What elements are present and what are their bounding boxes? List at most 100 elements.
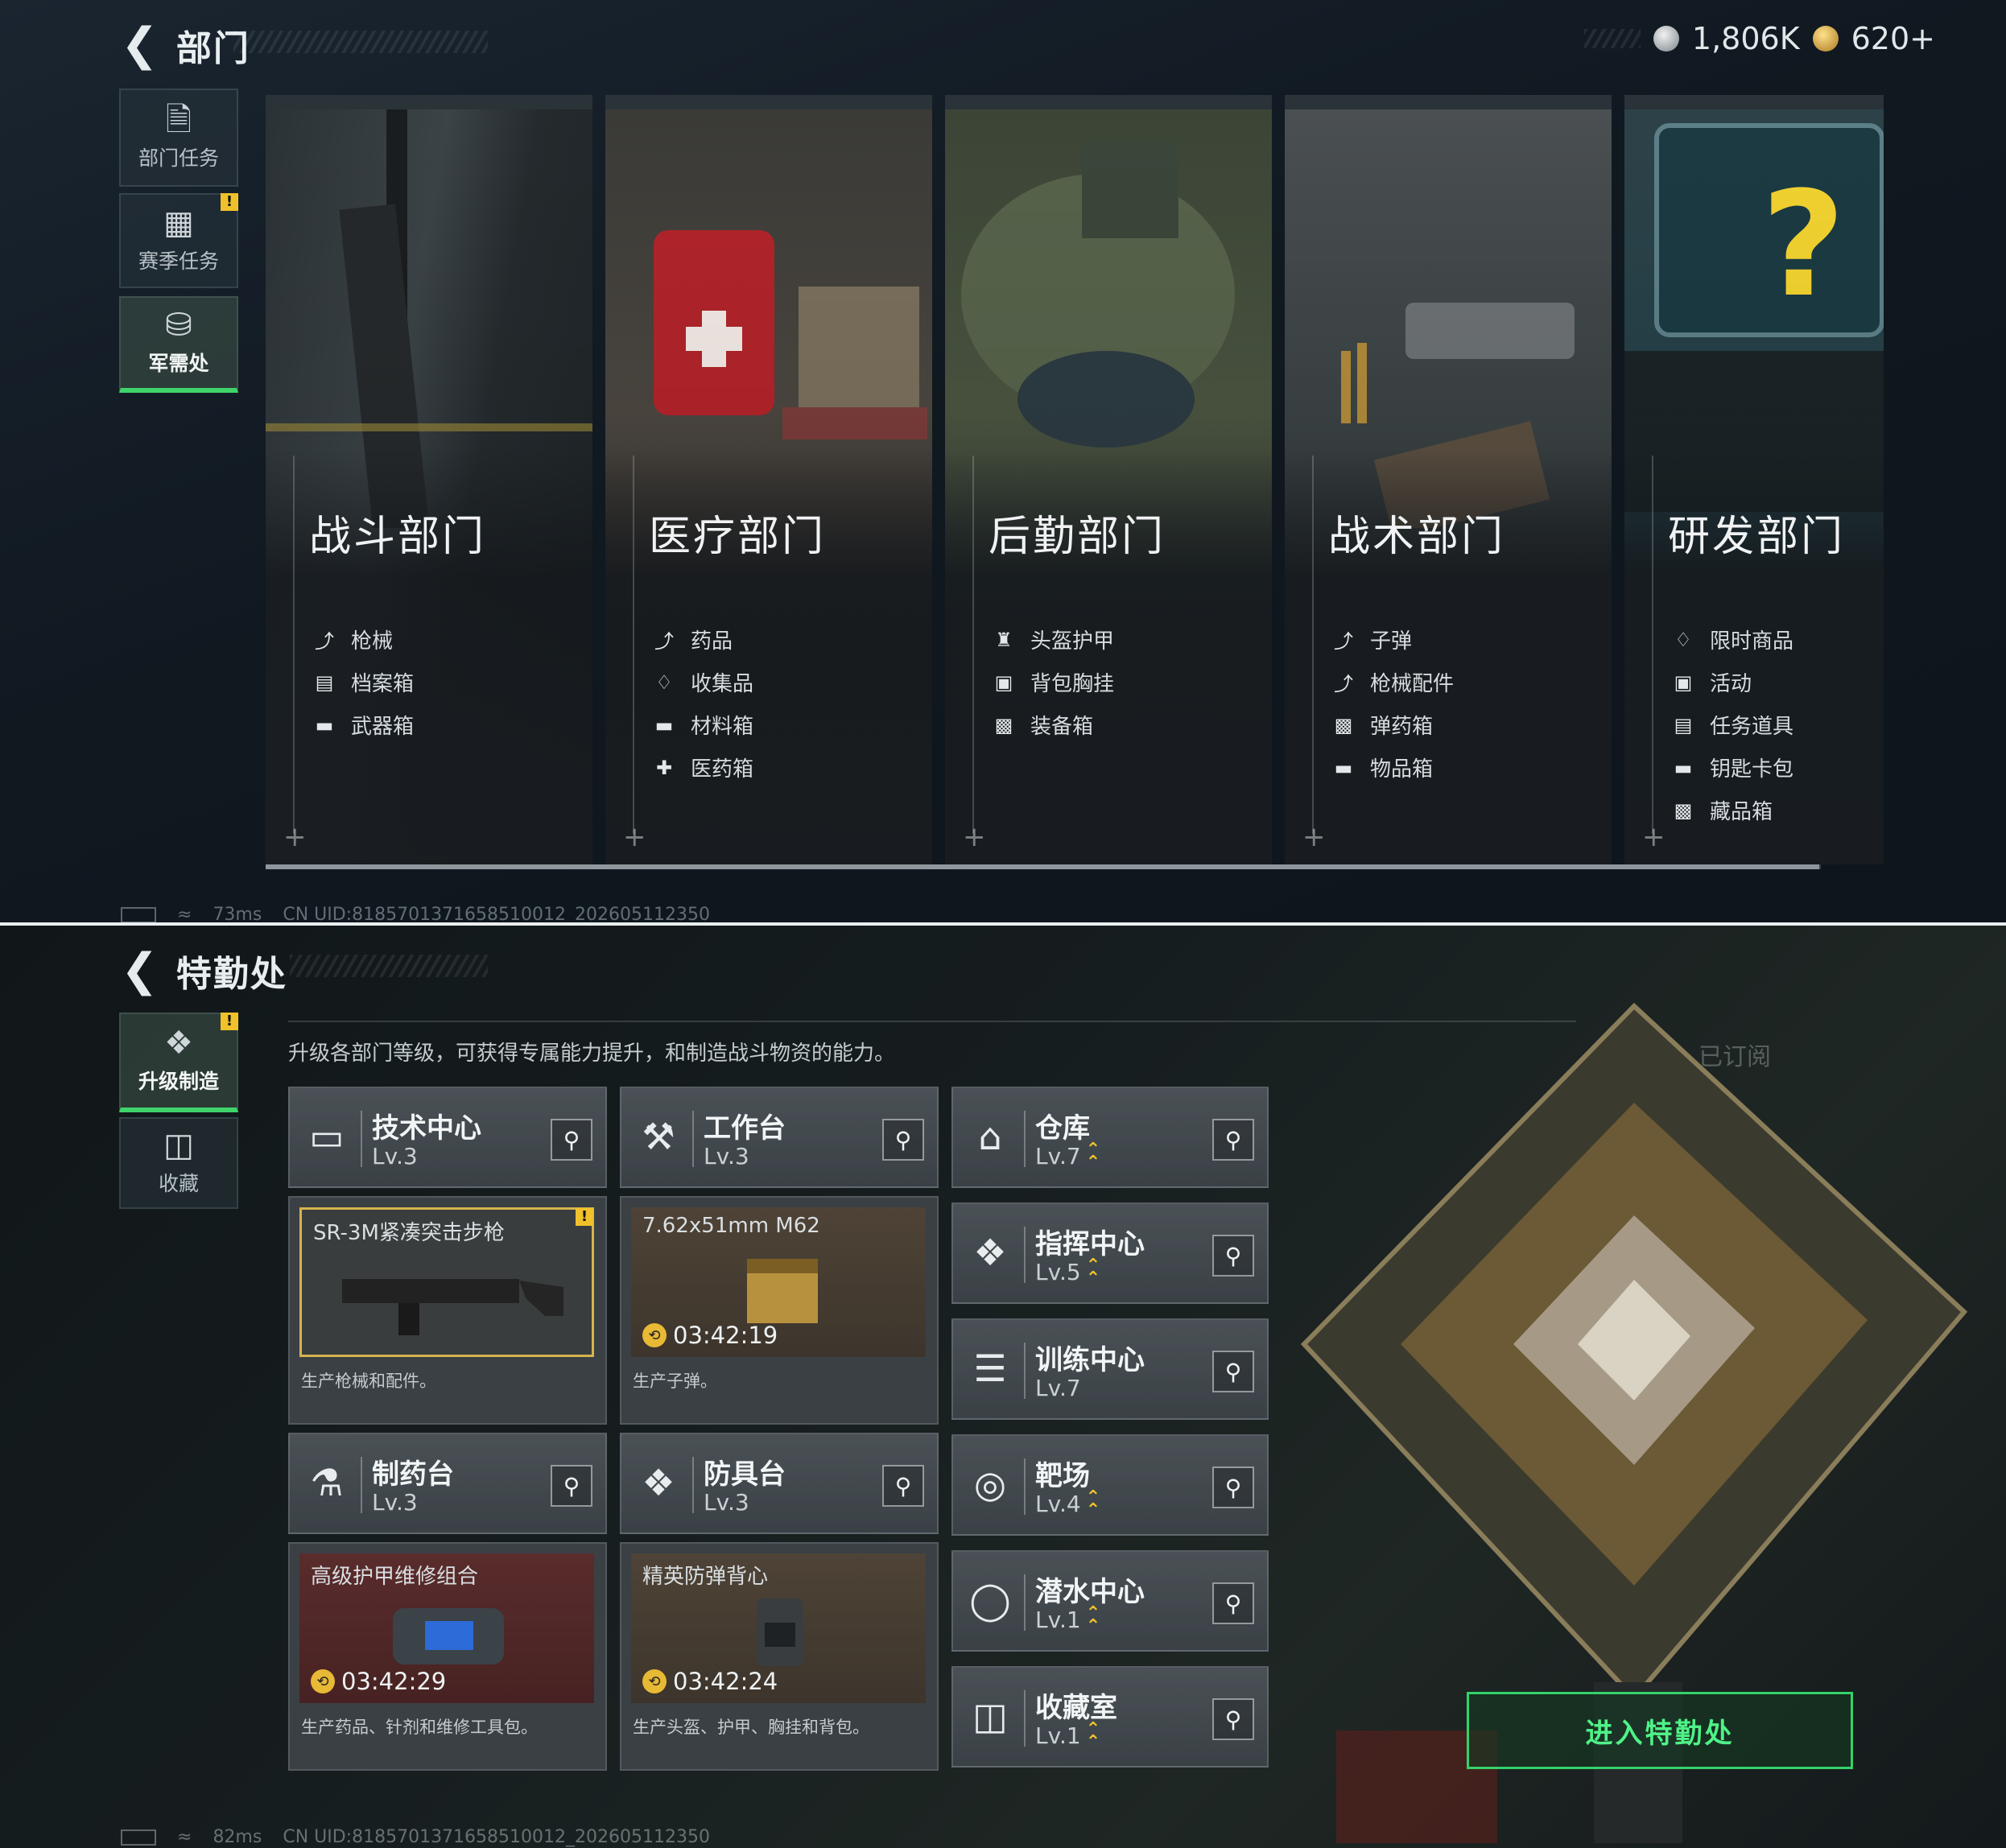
back-arrow-icon[interactable]: ❮	[121, 948, 159, 993]
facility-diving-center[interactable]: ◯ 潜水中心 Lv.1 ⌃ ⌃ ⚲	[951, 1550, 1269, 1652]
product-description: 生产药品、针剂和维修工具包。	[301, 1718, 538, 1737]
production-slot-pharmacy[interactable]: 高级护甲维修组合 ⟲ 03:42:29 生产药品、针剂和维修工具包。	[288, 1542, 607, 1771]
facility-level: Lv.3	[704, 1489, 749, 1516]
facility-command-center[interactable]: ❖ 指挥中心 Lv.5 ⌃ ⌃ ⚲	[951, 1202, 1269, 1304]
timer-text: 03:42:19	[673, 1322, 778, 1349]
list-item[interactable]: ▤ 任务道具	[1671, 703, 1793, 746]
facility-warehouse[interactable]: ⌂ 仓库 Lv.7 ⌃ ⌃ ⚲	[951, 1087, 1269, 1188]
facility-pharmacy[interactable]: ⚗ 制药台 Lv.3 ⚲	[288, 1433, 607, 1534]
list-item[interactable]: ⤴ 枪械	[312, 618, 414, 661]
dumbbell-icon: ☰	[973, 1347, 1007, 1390]
back-header[interactable]: ❮ 部门	[121, 19, 250, 71]
gold-amount[interactable]: 620+	[1851, 21, 1935, 56]
dept-card-logistics[interactable]: 后勤部门 ♜ 头盔护甲 ▣ 背包胸挂 ▩ 装备箱 +	[945, 95, 1272, 864]
ping-value: 73ms	[213, 905, 262, 924]
product-frame: 7.62x51mm M62 ⟲ 03:42:19	[631, 1207, 926, 1357]
search-icon[interactable]: ⚲	[1212, 1698, 1254, 1740]
list-item[interactable]: ⤴ 子弹	[1331, 618, 1454, 661]
subscribed-label[interactable]: 已订阅	[1698, 1037, 1771, 1072]
ammo-box-image	[747, 1259, 818, 1323]
facility-level: Lv.1 ⌃ ⌃	[1035, 1605, 1100, 1635]
back-arrow-icon[interactable]: ❮	[121, 23, 159, 68]
material-box-icon: ▬	[654, 713, 674, 736]
list-item[interactable]: ▣ 活动	[1671, 661, 1793, 703]
list-item[interactable]: ▩ 装备箱	[992, 703, 1114, 746]
list-item[interactable]: ⤴ 枪械配件	[1331, 661, 1454, 703]
search-icon[interactable]: ⚲	[1212, 1235, 1254, 1277]
production-slot-workbench[interactable]: 7.62x51mm M62 ⟲ 03:42:19 生产子弹。	[620, 1196, 939, 1425]
item-label: 子弹	[1370, 629, 1413, 654]
list-item[interactable]: ▣ 背包胸挂	[992, 661, 1114, 703]
scrollbar-thumb[interactable]	[266, 864, 1819, 869]
list-item[interactable]: ▬ 物品箱	[1331, 746, 1454, 789]
production-slot-tech[interactable]: ! SR-3M紧凑突击步枪 生产枪械和配件。	[288, 1196, 607, 1425]
list-item[interactable]: ⤴ 药品	[652, 618, 753, 661]
sidebar-quartermaster[interactable]: ⛁ 军需处	[119, 296, 238, 393]
search-icon[interactable]: ⚲	[882, 1465, 924, 1507]
header-divider	[1024, 1227, 1026, 1283]
list-item[interactable]: ▬ 武器箱	[312, 703, 414, 746]
list-item[interactable]: ♢ 收集品	[652, 661, 753, 703]
horizontal-scrollbar[interactable]	[266, 864, 1821, 869]
item-label: 活动	[1710, 672, 1752, 696]
dept-card-combat[interactable]: 战斗部门 ⤴ 枪械 ▤ 档案箱 ▬ 武器箱 +	[266, 95, 592, 864]
facility-level: Lv.3	[372, 1143, 418, 1169]
list-item[interactable]: ✚ 医药箱	[652, 746, 753, 789]
dept-card-medical[interactable]: 医疗部门 ⤴ 药品 ♢ 收集品 ▬ 材料箱 ✚ 医药箱 +	[605, 95, 932, 864]
sidebar-collection[interactable]: ◫ 收藏	[119, 1117, 238, 1209]
wifi-icon: ≈	[177, 905, 192, 924]
search-icon[interactable]: ⚲	[1212, 1582, 1254, 1624]
facility-collection-room[interactable]: ◫ 收藏室 Lv.1 ⌃ ⌃ ⚲	[951, 1666, 1269, 1768]
search-icon[interactable]: ⚲	[1212, 1119, 1254, 1161]
level-text: Lv.3	[704, 1143, 749, 1169]
card-rail	[633, 456, 634, 834]
wrench-clock-icon: ⟲	[642, 1669, 667, 1693]
facility-workbench[interactable]: ⚒ 工作台 Lv.3 ⚲	[620, 1087, 939, 1188]
dept-card-tactical[interactable]: 战术部门 ⤴ 子弹 ⤴ 枪械配件 ▩ 弹药箱 ▬ 物品箱 +	[1285, 95, 1612, 864]
list-item[interactable]: ▩ 弹药箱	[1331, 703, 1454, 746]
collectible-icon: ♢	[655, 670, 673, 694]
item-label: 枪械配件	[1370, 672, 1455, 696]
gold-coin-icon	[1812, 26, 1839, 52]
sidebar-season-tasks[interactable]: ! ▦ 赛季任务	[119, 193, 238, 288]
facility-shooting-range[interactable]: ◎ 靶场 Lv.4 ⌃ ⌃ ⚲	[951, 1434, 1269, 1536]
plus-icon: +	[1302, 821, 1326, 853]
search-icon[interactable]: ⚲	[551, 1465, 592, 1507]
sidebar-upgrade-build[interactable]: ! ❖ 升级制造	[119, 1013, 238, 1112]
list-item[interactable]: ♜ 头盔护甲	[992, 618, 1114, 661]
uid-text: CN UID:818570137165851001​2_202605112350	[283, 1827, 710, 1847]
header-divider	[1024, 1111, 1026, 1167]
limited-goods-icon: ♢	[1674, 628, 1692, 651]
search-icon[interactable]: ⚲	[1212, 1351, 1254, 1392]
back-header[interactable]: ❮ 特勤处	[121, 945, 287, 996]
target-icon: ◎	[973, 1462, 1007, 1506]
production-slot-armor[interactable]: 精英防弹背心 ⟲ 03:42:24 生产头盔、护甲、胸挂和背包。	[620, 1542, 939, 1771]
sidebar-dept-tasks[interactable]: 🗎 部门任务	[119, 89, 238, 187]
level-text: Lv.1	[1035, 1722, 1081, 1749]
product-description: 生产头盔、护甲、胸挂和背包。	[633, 1718, 869, 1737]
facility-armor-bench[interactable]: ❖ 防具台 Lv.3 ⚲	[620, 1433, 939, 1534]
facility-training-center[interactable]: ☰ 训练中心 Lv.7 ⚲	[951, 1318, 1269, 1420]
sidebar-label: 部门任务	[138, 146, 219, 170]
facility-name: 收藏室	[1035, 1692, 1117, 1724]
dept-card-rnd[interactable]: ? 研发部门 ♢限时商品 ▣活动 ▤任务道具 ▬钥匙卡包 ▩藏品箱 +	[1624, 95, 1884, 864]
list-item[interactable]: ♢ 限时商品	[1671, 618, 1793, 661]
search-icon[interactable]: ⚲	[1212, 1466, 1254, 1508]
header-divider	[692, 1111, 694, 1167]
facility-name: 制药台	[372, 1458, 454, 1491]
list-item[interactable]: ▬ 材料箱	[652, 703, 753, 746]
list-item[interactable]: ▩ 藏品箱	[1671, 789, 1793, 831]
facility-level: Lv.3	[704, 1143, 749, 1169]
list-item[interactable]: ▬ 钥匙卡包	[1671, 746, 1793, 789]
search-icon[interactable]: ⚲	[551, 1119, 592, 1161]
upgrade-chevron-icon: ⌃ ⌃	[1085, 1719, 1101, 1752]
card-rail	[1652, 456, 1653, 834]
search-icon[interactable]: ⚲	[882, 1119, 924, 1161]
level-text: Lv.3	[704, 1489, 749, 1516]
enter-special-ops-button[interactable]: 进入特勤处	[1467, 1692, 1853, 1769]
list-item[interactable]: ▤ 档案箱	[312, 661, 414, 703]
product-name: 高级护甲维修组合	[311, 1565, 479, 1589]
timer-text: 03:42:29	[341, 1668, 447, 1695]
dept-item-list: ⤴ 枪械 ▤ 档案箱 ▬ 武器箱	[312, 618, 414, 746]
facility-tech-center[interactable]: ▭ 技术中心 Lv.3 ⚲	[288, 1087, 607, 1188]
